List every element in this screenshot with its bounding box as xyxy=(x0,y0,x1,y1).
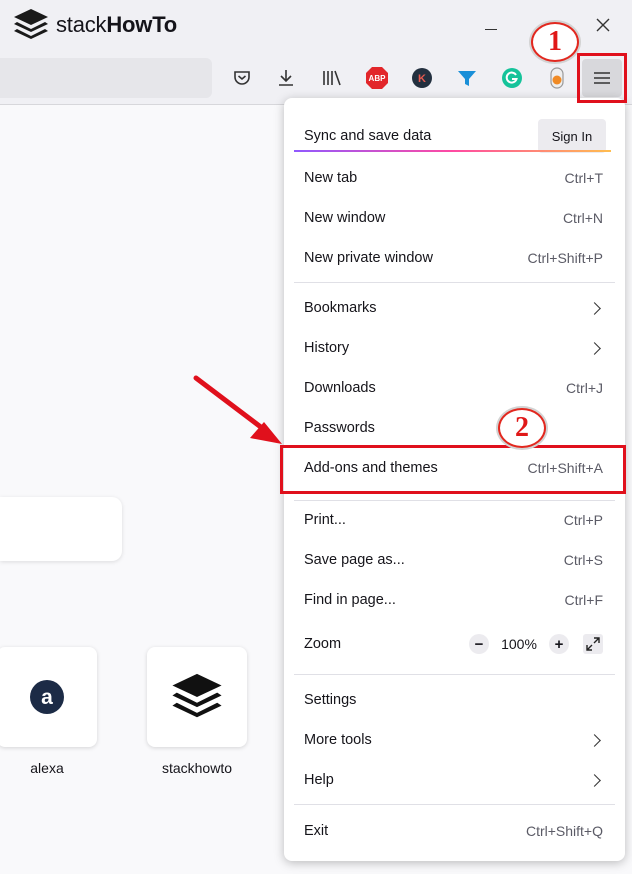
menu-item-find-in-page[interactable]: Find in page... Ctrl+F xyxy=(284,580,625,620)
grammarly-icon[interactable] xyxy=(498,64,526,92)
menu-separator xyxy=(294,282,615,283)
menu-item-bookmarks[interactable]: Bookmarks xyxy=(284,288,625,328)
step-2-badge: 2 xyxy=(498,408,546,448)
zoom-controls: − 100% + xyxy=(469,634,603,654)
shortcut-label-stackhowto[interactable]: stackhowto xyxy=(137,760,257,776)
menu-item-label: New window xyxy=(304,210,386,226)
menu-item-history[interactable]: History xyxy=(284,328,625,368)
menu-item-settings[interactable]: Settings xyxy=(284,680,625,720)
sync-gradient-divider xyxy=(294,150,611,152)
menu-button-highlight xyxy=(577,53,627,103)
minimize-button[interactable] xyxy=(476,10,506,40)
shortcut-label-alexa[interactable]: alexa xyxy=(0,760,107,776)
k-extension-icon[interactable]: K xyxy=(408,64,436,92)
menu-item-shortcut: Ctrl+P xyxy=(563,512,603,528)
menu-item-save-page-as[interactable]: Save page as... Ctrl+S xyxy=(284,540,625,580)
menu-item-shortcut: Ctrl+T xyxy=(564,170,604,186)
menu-item-downloads[interactable]: Downloads Ctrl+J xyxy=(284,368,625,408)
menu-item-help[interactable]: Help xyxy=(284,760,625,800)
pocket-icon[interactable] xyxy=(228,64,256,92)
svg-text:a: a xyxy=(41,686,53,709)
menu-item-shortcut: Ctrl+N xyxy=(562,210,603,226)
svg-text:ABP: ABP xyxy=(369,74,387,83)
logo-text-bold: HowTo xyxy=(106,12,178,37)
sync-label: Sync and save data xyxy=(304,128,432,144)
chevron-right-icon xyxy=(588,301,601,315)
menu-separator xyxy=(294,674,615,675)
shortcut-tile-stackhowto[interactable] xyxy=(147,647,247,747)
menu-item-label: More tools xyxy=(304,732,372,748)
menu-item-label: Passwords xyxy=(304,420,375,436)
menu-item-label: Find in page... xyxy=(304,592,396,608)
fullscreen-icon xyxy=(586,637,600,651)
menu-item-new-private-window[interactable]: New private window Ctrl+Shift+P xyxy=(284,238,625,278)
menu-item-shortcut: Ctrl+Shift+P xyxy=(527,250,603,266)
menu-item-shortcut: Ctrl+F xyxy=(564,592,604,608)
extension-toggle-icon[interactable] xyxy=(543,64,571,92)
menu-item-label: Downloads xyxy=(304,380,376,396)
sign-in-button[interactable]: Sign In xyxy=(538,119,606,153)
menu-item-zoom: Zoom − 100% + xyxy=(284,624,625,664)
stack-layers-icon xyxy=(14,9,48,39)
library-icon[interactable] xyxy=(318,64,346,92)
menu-item-exit[interactable]: Exit Ctrl+Shift+Q xyxy=(284,811,625,851)
menu-item-label: Settings xyxy=(304,692,357,708)
sync-section: Sync and save data Sign In xyxy=(284,110,625,162)
logo-text-regular: stack xyxy=(56,12,107,37)
menu-item-label: Print... xyxy=(304,512,346,528)
menu-item-shortcut: Ctrl+S xyxy=(563,552,603,568)
menu-item-label: New private window xyxy=(304,250,433,266)
menu-item-new-window[interactable]: New window Ctrl+N xyxy=(284,198,625,238)
close-window-button[interactable] xyxy=(588,10,618,40)
menu-item-label: Bookmarks xyxy=(304,300,377,316)
zoom-out-button[interactable]: − xyxy=(469,634,489,654)
menu-item-more-tools[interactable]: More tools xyxy=(284,720,625,760)
menu-item-print[interactable]: Print... Ctrl+P xyxy=(284,500,625,540)
menu-item-label: Zoom xyxy=(304,636,342,652)
zoom-reset-button[interactable]: 100% xyxy=(489,636,549,652)
chevron-right-icon xyxy=(588,773,601,787)
add-ons-highlight xyxy=(280,445,626,494)
menu-item-label: Save page as... xyxy=(304,552,405,568)
funnel-extension-icon[interactable] xyxy=(453,64,481,92)
menu-item-label: Help xyxy=(304,772,334,788)
close-icon xyxy=(596,18,610,32)
menu-item-passwords[interactable]: Passwords xyxy=(284,408,625,448)
chevron-right-icon xyxy=(588,733,601,747)
menu-item-shortcut: Ctrl+Shift+Q xyxy=(525,823,603,839)
pointer-arrow-icon xyxy=(193,375,282,444)
menu-item-new-tab[interactable]: New tab Ctrl+T xyxy=(284,158,625,198)
adblock-plus-icon[interactable]: ABP xyxy=(363,64,391,92)
chevron-right-icon xyxy=(588,341,601,355)
fullscreen-button[interactable] xyxy=(583,634,603,654)
stackhowto-logo: stackHowTo xyxy=(12,7,177,43)
menu-item-label: Exit xyxy=(304,823,329,839)
menu-separator xyxy=(294,804,615,805)
menu-item-label: History xyxy=(304,340,350,356)
menu-item-label: New tab xyxy=(304,170,358,186)
download-icon[interactable] xyxy=(272,64,300,92)
shortcut-tile-alexa[interactable]: a xyxy=(0,647,97,747)
svg-text:K: K xyxy=(418,73,426,85)
step-1-badge: 1 xyxy=(531,22,579,62)
url-bar[interactable] xyxy=(0,58,212,98)
zoom-in-button[interactable]: + xyxy=(549,634,569,654)
search-box-card[interactable] xyxy=(0,497,122,561)
alexa-icon: a xyxy=(30,680,64,714)
stack-layers-icon xyxy=(172,673,222,718)
menu-item-shortcut: Ctrl+J xyxy=(566,380,603,396)
